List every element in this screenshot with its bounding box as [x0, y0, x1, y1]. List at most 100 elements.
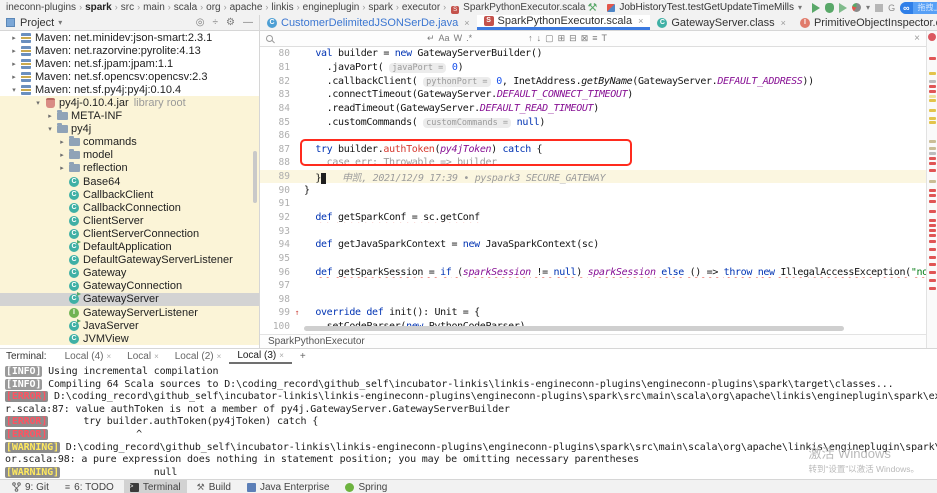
tree-item-defaultgatewayserverlistener[interactable]: CDefaultGatewayServerListener: [0, 254, 259, 267]
stop-button[interactable]: [875, 4, 883, 12]
chevron-down-icon[interactable]: ▾: [44, 125, 56, 133]
chevron-down-icon[interactable]: ▾: [58, 18, 62, 27]
breadcrumb-item[interactable]: org: [206, 2, 220, 13]
breadcrumb-item[interactable]: linkis: [271, 2, 293, 13]
tree-item-callbackconnection[interactable]: CCallbackConnection: [0, 201, 259, 214]
chevron-right-icon[interactable]: ▸: [8, 47, 20, 55]
code-line-92[interactable]: 92 def getSparkConf = sc.getConf: [260, 211, 926, 225]
stripe-marker[interactable]: [929, 229, 936, 232]
stripe-marker[interactable]: [929, 287, 936, 290]
stripe-marker[interactable]: [929, 90, 936, 93]
stripe-marker[interactable]: [929, 271, 936, 274]
collapse-all-icon[interactable]: ÷: [213, 17, 219, 28]
add-selection-icon[interactable]: ⊞: [556, 33, 568, 43]
tree-item-maven-net-sf-opencsv-opencsv-2-3[interactable]: ▸Maven: net.sf.opencsv:opencsv:2.3: [0, 70, 259, 83]
breadcrumb-item[interactable]: src: [121, 2, 134, 13]
stripe-marker[interactable]: [929, 121, 936, 124]
terminal-tab-local-3-[interactable]: Local (3)×: [229, 349, 292, 364]
code-line-83[interactable]: 83 .connectTimeout(GatewayServer.DEFAULT…: [260, 88, 926, 102]
breadcrumb-item[interactable]: engineplugin: [303, 2, 360, 13]
tab-PrimitiveObjectInspector.class[interactable]: IPrimitiveObjectInspector.class×: [793, 15, 937, 30]
breadcrumb-item[interactable]: apache: [230, 2, 263, 13]
tree-item-maven-net-sf-jpam-jpam-1-1[interactable]: ▸Maven: net.sf.jpam:jpam:1.1: [0, 57, 259, 70]
close-icon[interactable]: ×: [781, 18, 786, 28]
tab-CustomerDelimitedJSONSerDe.java[interactable]: CCustomerDelimitedJSONSerDe.java×: [260, 15, 477, 30]
stripe-marker[interactable]: [929, 200, 936, 203]
stripe-marker[interactable]: [929, 85, 936, 88]
error-stripe[interactable]: [926, 31, 937, 348]
tree-item-jvmview[interactable]: CJVMView: [0, 332, 259, 345]
stripe-marker[interactable]: [929, 240, 936, 243]
code-line-99[interactable]: 99↑ override def init(): Unit = {: [260, 306, 926, 320]
project-panel-header[interactable]: Project ▾ ◎÷⚙—: [0, 15, 260, 30]
tree-item-maven-net-minidev-json-smart-2-3-1[interactable]: ▸Maven: net.minidev:json-smart:2.3.1: [0, 31, 259, 44]
status-item-spring[interactable]: Spring: [339, 480, 393, 493]
hide-panel-icon[interactable]: —: [243, 17, 253, 28]
close-icon[interactable]: ×: [464, 18, 469, 28]
profiler-button[interactable]: [852, 3, 861, 12]
chevron-right-icon[interactable]: ▸: [8, 60, 20, 68]
tree-item-base64[interactable]: CBase64: [0, 175, 259, 188]
chevron-right-icon[interactable]: ▸: [56, 164, 68, 172]
locate-file-icon[interactable]: ◎: [196, 17, 205, 28]
chevron-down-icon[interactable]: ▾: [32, 99, 44, 107]
chevron-right-icon[interactable]: ▸: [56, 151, 68, 159]
status-item-terminal[interactable]: >Terminal: [124, 480, 187, 493]
tree-item-javaserver[interactable]: CJavaServer: [0, 319, 259, 332]
code-line-95[interactable]: 95: [260, 252, 926, 266]
debug-button[interactable]: [825, 3, 834, 13]
chevron-right-icon[interactable]: ▸: [44, 112, 56, 120]
tree-scrollbar[interactable]: [253, 151, 257, 203]
breadcrumb-item[interactable]: ineconn-plugins: [6, 2, 76, 13]
breadcrumb-item[interactable]: SparkPythonExecutor.scala: [463, 2, 585, 13]
run-with-coverage-button[interactable]: [839, 3, 847, 13]
stripe-marker[interactable]: [929, 157, 936, 160]
settings-gear-icon[interactable]: ⚙: [226, 17, 235, 28]
terminal-output[interactable]: [INFO] Using incremental compilation[INF…: [0, 364, 937, 479]
stripe-marker[interactable]: [929, 194, 936, 197]
chevron-right-icon[interactable]: ▸: [8, 73, 20, 81]
code-line-84[interactable]: 84 .readTimeout(GatewayServer.DEFAULT_RE…: [260, 102, 926, 116]
stripe-marker[interactable]: [929, 219, 936, 222]
stripe-marker[interactable]: [929, 152, 936, 155]
code-line-85[interactable]: 85 .customCommands( customCommands = nul…: [260, 115, 926, 129]
editor-bottom-breadcrumb[interactable]: SparkPythonExecutor: [260, 334, 926, 348]
new-terminal-tab-button[interactable]: +: [294, 351, 312, 362]
stripe-marker[interactable]: [929, 109, 936, 112]
close-icon[interactable]: ×: [279, 351, 284, 360]
search-input[interactable]: [279, 33, 419, 45]
chevron-down-icon[interactable]: ▾: [8, 86, 20, 94]
code-line-98[interactable]: 98: [260, 293, 926, 307]
stripe-marker[interactable]: [929, 95, 936, 98]
stripe-marker[interactable]: [929, 234, 936, 237]
stripe-marker[interactable]: [929, 210, 936, 213]
tree-item-py4j[interactable]: ▾py4j: [0, 123, 259, 136]
next-occurrence-icon[interactable]: ↓: [535, 33, 544, 43]
code-line-93[interactable]: 93: [260, 224, 926, 238]
filter-type-icon[interactable]: T: [600, 33, 610, 43]
close-icon[interactable]: ×: [217, 352, 222, 361]
code-line-94[interactable]: 94 def getJavaSparkContext = new JavaSpa…: [260, 238, 926, 252]
code-line-81[interactable]: 81 .javaPort( javaPort = 0): [260, 61, 926, 75]
newline-icon[interactable]: ↵: [425, 33, 437, 43]
match-case-icon[interactable]: Aa: [437, 33, 452, 43]
code-editor[interactable]: 80 val builder = new GatewayServerBuilde…: [260, 47, 926, 334]
stripe-marker[interactable]: [929, 140, 936, 143]
stripe-marker[interactable]: [929, 57, 936, 60]
run-button[interactable]: [812, 3, 820, 13]
tree-item-clientserver[interactable]: CClientServer: [0, 214, 259, 227]
run-configuration-select[interactable]: JobHistoryTest.testGetUpdateTimeMills ▾: [602, 1, 807, 14]
breadcrumb-item[interactable]: spark: [368, 2, 392, 13]
build-hammer-icon[interactable]: ⚒: [587, 1, 597, 14]
code-line-89[interactable]: 89 }申凯, 2021/12/9 17:39 • pyspark3 SECUR…: [260, 170, 926, 184]
tree-item-py4j-0-10-4-jar[interactable]: ▾py4j-0.10.4.jarlibrary root: [0, 96, 259, 109]
tree-item-meta-inf[interactable]: ▸META-INF: [0, 110, 259, 123]
tree-item-gateway[interactable]: CGateway: [0, 267, 259, 280]
stripe-marker[interactable]: [929, 180, 936, 183]
tree-item-defaultapplication[interactable]: CDefaultApplication: [0, 241, 259, 254]
tree-item-callbackclient[interactable]: CCallbackClient: [0, 188, 259, 201]
stripe-marker[interactable]: [929, 117, 936, 120]
tree-item-gatewayserver[interactable]: CGatewayServer: [0, 293, 259, 306]
stripe-marker[interactable]: [929, 147, 936, 150]
tree-item-reflection[interactable]: ▸reflection: [0, 162, 259, 175]
